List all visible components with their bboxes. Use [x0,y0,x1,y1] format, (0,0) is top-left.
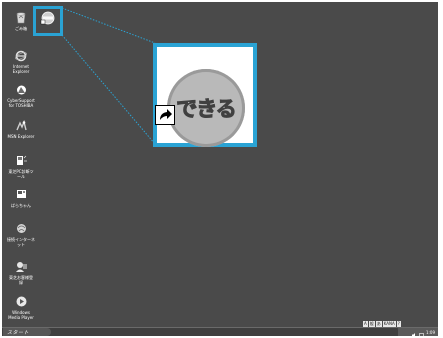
internet-explorer-icon [13,48,29,63]
desktop-icon-label: Windows Media Player [8,310,34,320]
desktop-icon-pc-diagnostic-tool[interactable]: 東芝PC診断ツ ール [2,153,40,179]
desktop-icon-windows-media-player[interactable]: Windows Media Player [2,294,40,320]
recycle-bin-icon [13,10,29,25]
tray-clock[interactable]: 1:09 [426,330,435,335]
desktop-icon-label: 東芝PC診断ツ ール [8,169,34,179]
internet-connect-icon [13,221,29,236]
desktop-icon-parachan[interactable]: ぱらちゃん [2,187,40,208]
start-button-label: スタート [7,329,30,336]
msn-explorer-icon [13,118,29,133]
parachan-icon [13,187,29,202]
language-bar[interactable]: A 般 あ KANA ? [363,320,438,327]
desktop-icon-label: CyberSupport for TOSHIBA [7,98,35,108]
pc-diagnostic-tool-icon [13,153,29,168]
desktop-icon-label: 接続インターネ ット [7,237,35,247]
zoom-callout-panel: できる [153,43,257,147]
desktop[interactable]: ごみ箱 Internet Explorer CyberSupport for T… [2,2,438,327]
desktop-icon-msn-explorer[interactable]: MSN Explorer [2,118,40,139]
desktop-icon-label: ごみ箱 [15,26,27,31]
shortcut-arrow-icon [155,105,175,125]
network-icon[interactable] [419,323,424,338]
system-tray: 1:09 [398,328,438,338]
customer-registration-icon [13,259,29,274]
callout-highlight-frame [33,6,63,36]
desktop-icon-internet-connect[interactable]: 接続インターネ ット [2,221,40,247]
taskbar: スタート 1:09 [2,327,438,338]
cybersupport-icon [13,82,29,97]
dekiru-logo-icon: できる [167,69,245,147]
desktop-icon-label: 東芝お客様登 録 [9,275,33,285]
desktop-icon-customer-registration[interactable]: 東芝お客様登 録 [2,259,40,285]
start-button[interactable]: スタート [3,328,51,336]
desktop-icon-label: Internet Explorer [12,64,30,74]
desktop-icon-label: ぱらちゃん [11,203,31,208]
windows-media-player-icon [13,294,29,309]
desktop-icon-cybersupport[interactable]: CyberSupport for TOSHIBA [2,82,40,108]
speaker-icon[interactable] [412,323,417,338]
dekiru-logo-text: できる [176,97,238,122]
desktop-icon-internet-explorer[interactable]: Internet Explorer [2,48,40,74]
desktop-icon-label: MSN Explorer [7,134,35,139]
screen: ごみ箱 Internet Explorer CyberSupport for T… [0,0,443,338]
